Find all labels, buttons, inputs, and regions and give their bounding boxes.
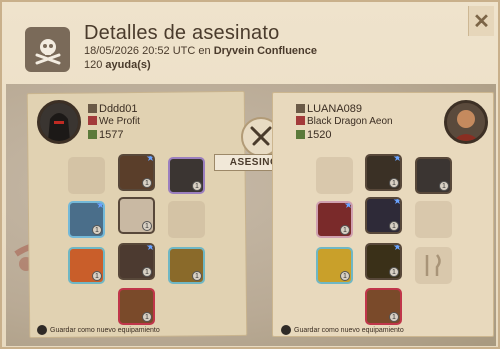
assists-number: 120: [84, 59, 103, 71]
cape-slot[interactable]: 1: [415, 157, 452, 194]
page-title: Detalles de asesinato: [84, 22, 280, 44]
bag-slot[interactable]: [68, 157, 105, 194]
shoes-slot[interactable]: ★ 1: [365, 243, 402, 280]
location-prefix: en: [198, 45, 211, 57]
assists-count: 120 ayuda(s): [84, 59, 151, 71]
item-power-icon: [88, 130, 97, 139]
chest-slot[interactable]: ★ 1: [365, 197, 402, 234]
killer-avatar: [37, 100, 81, 144]
guild-shield-icon: [88, 116, 97, 125]
victim-save-label: Guardar como nuevo equipamiento: [294, 326, 404, 334]
kill-datetime: 18/05/2026 20:52 UTC: [84, 45, 196, 57]
player-icon: [88, 104, 97, 113]
cape-slot[interactable]: 1: [168, 157, 205, 194]
victim-item-power: 1520: [296, 129, 331, 141]
skull-crossbones-icon: [25, 27, 70, 72]
bag-slot[interactable]: [316, 157, 353, 194]
killer-guild: We Profit: [88, 116, 140, 127]
offhand-slot[interactable]: [415, 201, 452, 238]
victim-name: LUANA089: [296, 103, 362, 115]
victim-guild-text: Black Dragon Aeon: [307, 116, 393, 127]
killer-name: Dddd01: [88, 103, 138, 115]
guild-shield-icon: [296, 116, 305, 125]
killer-name-text: Dddd01: [99, 103, 138, 115]
save-icon: [37, 325, 47, 335]
save-icon: [281, 325, 291, 335]
kill-meta: 18/05/2026 20:52 UTC en Dryvein Confluen…: [84, 45, 317, 57]
victim-item-power-text: 1520: [307, 129, 332, 141]
close-button[interactable]: ✕: [468, 6, 494, 36]
victim-name-text: LUANA089: [307, 103, 363, 115]
potion-slot[interactable]: 1: [316, 247, 353, 284]
victim-guild: Black Dragon Aeon: [296, 116, 393, 127]
offhand-slot[interactable]: [168, 201, 205, 238]
victim-save-loadout[interactable]: Guardar como nuevo equipamiento: [281, 325, 404, 335]
mainhand-slot[interactable]: ★ 1: [68, 201, 105, 238]
kill-location: Dryvein Confluence: [213, 45, 317, 57]
head-slot[interactable]: ★ 1: [365, 154, 402, 191]
assists-label: ayuda(s): [105, 59, 151, 71]
fork-knife-icon: [425, 254, 441, 276]
chest-slot[interactable]: 1: [118, 197, 155, 234]
player-icon: [296, 104, 305, 113]
head-slot[interactable]: ★ 1: [118, 154, 155, 191]
killer-item-power: 1577: [88, 129, 123, 141]
killer-item-power-text: 1577: [99, 129, 124, 141]
item-power-icon: [296, 130, 305, 139]
killer-save-loadout[interactable]: Guardar como nuevo equipamiento: [37, 325, 160, 335]
victim-avatar: [444, 100, 488, 144]
food-slot[interactable]: 1: [168, 247, 205, 284]
mount-slot[interactable]: 1: [118, 288, 155, 325]
mount-slot[interactable]: 1: [365, 288, 402, 325]
mainhand-slot[interactable]: ★ 1: [316, 201, 353, 238]
killer-save-label: Guardar como nuevo equipamiento: [50, 326, 160, 334]
food-slot[interactable]: [415, 247, 452, 284]
shoes-slot[interactable]: ★ 1: [118, 243, 155, 280]
killer-guild-text: We Profit: [99, 116, 140, 127]
potion-slot[interactable]: 1: [68, 247, 105, 284]
